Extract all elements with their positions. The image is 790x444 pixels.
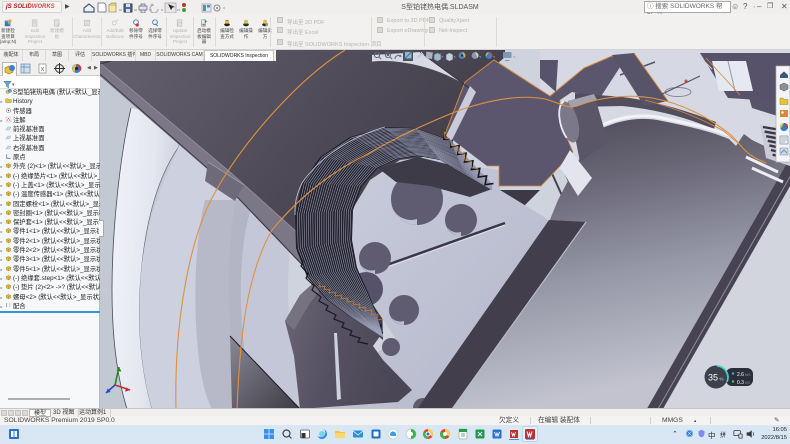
svg-text:2.6: 2.6 (737, 372, 744, 378)
svg-text:M/S: M/S (745, 373, 751, 377)
svg-text:%: % (720, 377, 724, 382)
svg-text:K/S: K/S (745, 381, 750, 385)
svg-text:0.3: 0.3 (737, 380, 744, 386)
svg-text:35: 35 (708, 373, 718, 383)
